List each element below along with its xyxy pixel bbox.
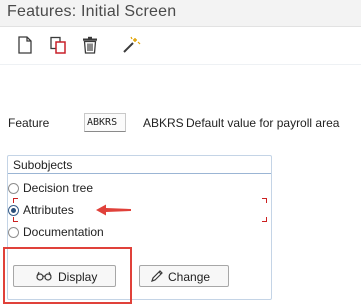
subobjects-header: Subobjects xyxy=(8,156,271,174)
copy-icon xyxy=(50,36,66,54)
new-document-icon xyxy=(18,36,32,54)
radio-label-decision-tree: Decision tree xyxy=(23,181,94,195)
radio-button[interactable] xyxy=(8,227,19,238)
title-bar: Features: Initial Screen xyxy=(0,0,361,27)
trash-icon xyxy=(83,36,97,54)
wizard-button[interactable] xyxy=(120,34,142,56)
feature-input[interactable]: ABKRS xyxy=(84,113,126,132)
feature-key: ABKRS xyxy=(143,116,184,130)
radio-documentation[interactable]: Documentation xyxy=(8,225,208,241)
focus-bracket xyxy=(262,217,267,222)
radio-button[interactable] xyxy=(8,183,19,194)
magic-wand-icon xyxy=(123,36,141,53)
change-button[interactable]: Change xyxy=(139,265,229,287)
focus-bracket xyxy=(262,198,267,203)
application-toolbar xyxy=(0,27,361,63)
annotation-arrow-icon xyxy=(96,204,131,216)
subobjects-title: Subobjects xyxy=(13,158,73,172)
create-button[interactable] xyxy=(14,34,36,56)
focus-bracket xyxy=(13,217,18,222)
delete-button[interactable] xyxy=(79,34,101,56)
window-title: Features: Initial Screen xyxy=(7,3,177,20)
pencil-icon xyxy=(151,270,163,282)
change-button-label: Change xyxy=(168,270,211,284)
focus-bracket xyxy=(13,198,18,203)
feature-label: Feature xyxy=(8,116,50,130)
toolbar-divider xyxy=(0,64,361,65)
copy-button[interactable] xyxy=(47,34,69,56)
radio-label-attributes: Attributes xyxy=(23,203,74,217)
radio-button-selected[interactable] xyxy=(8,205,19,216)
radio-label-documentation: Documentation xyxy=(23,225,104,239)
feature-description: Default value for payroll area xyxy=(186,116,340,130)
feature-row: Feature ABKRS ABKRS Default value for pa… xyxy=(0,112,361,134)
radio-decision-tree[interactable]: Decision tree xyxy=(8,181,208,197)
annotation-highlight-box xyxy=(3,247,132,304)
